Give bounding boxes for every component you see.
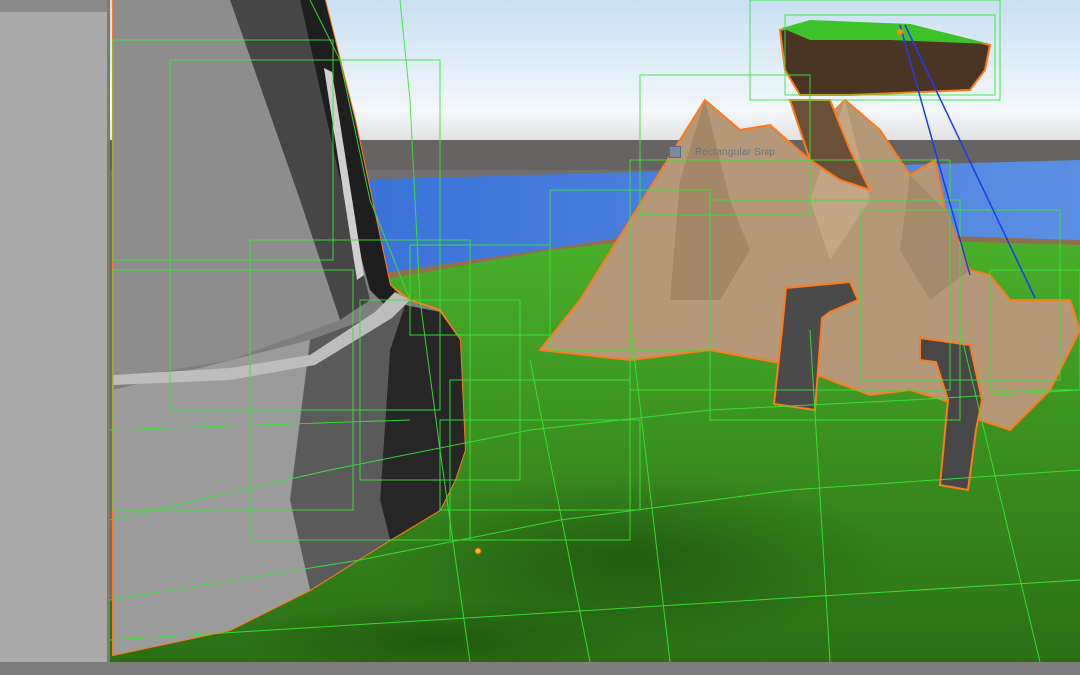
left-panel	[0, 0, 110, 662]
snip-label: Rectangular Snip	[695, 147, 775, 158]
scissors-icon	[669, 146, 681, 158]
left-panel-header	[0, 0, 107, 12]
scene-canvas[interactable]	[110, 0, 1080, 662]
scene-viewport[interactable]: Rectangular Snip	[110, 0, 1080, 662]
bottom-status-bar	[0, 662, 1080, 675]
orange-dot-icon[interactable]	[474, 547, 482, 555]
character-marker[interactable]	[897, 29, 903, 35]
